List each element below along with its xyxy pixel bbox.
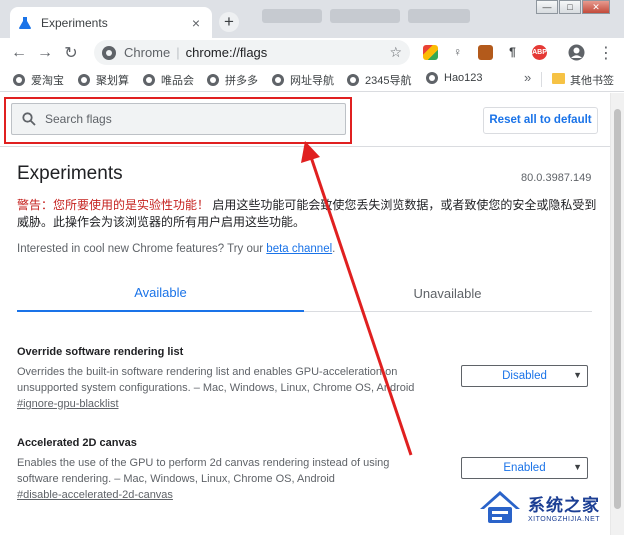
maximize-button[interactable]: □ (559, 0, 581, 14)
bookmark-item[interactable]: 聚划算 (78, 72, 129, 88)
globe-icon (426, 72, 438, 84)
flag-description: Overrides the built-in software renderin… (17, 366, 415, 394)
select-value: Enabled (503, 462, 546, 474)
flag-name: Accelerated 2D canvas (17, 437, 137, 449)
intro-suffix: . (332, 243, 336, 255)
reset-all-button[interactable]: Reset all to default (483, 107, 598, 134)
bookmark-item[interactable]: Hao123 (426, 72, 483, 84)
globe-icon (13, 74, 25, 86)
version-label: 80.0.3987.149 (521, 172, 592, 184)
watermark-logo-icon (480, 490, 520, 523)
bookmark-label: 唯品会 (161, 75, 194, 87)
extension-color-icon[interactable] (423, 45, 438, 60)
omnibox-origin: Chrome (124, 45, 171, 60)
address-bar[interactable]: Chrome | chrome://flags ☆ (94, 40, 410, 65)
chevron-down-icon: ▼ (573, 462, 582, 472)
chrome-site-icon (102, 45, 116, 60)
scrollbar-thumb[interactable] (614, 109, 621, 509)
bookmark-star-icon[interactable]: ☆ (389, 44, 402, 61)
warning-red-text: 警告：您所要使用的是实验性功能！ (17, 198, 210, 212)
menu-icon[interactable]: ⋮ (593, 40, 619, 66)
blurred-tab[interactable] (262, 9, 322, 23)
warning-message: 警告：您所要使用的是实验性功能！ 启用这些功能可能会致使您丢失浏览数据，或者致使… (17, 197, 597, 231)
annotation-highlight-box (4, 97, 352, 144)
bookmarks-bar: 爱淘宝 聚划算 唯品会 拼多多 网址导航 2345导航 Hao123 » 其他书… (0, 67, 624, 92)
chevron-down-icon: ▼ (573, 370, 582, 380)
flag-anchor-link[interactable]: #ignore-gpu-blacklist (17, 396, 607, 412)
beta-channel-link[interactable]: beta channel (266, 243, 332, 255)
new-tab-button[interactable]: + (219, 12, 239, 32)
reload-button[interactable]: ↻ (58, 40, 84, 66)
watermark-name: 系统之家 (528, 495, 600, 515)
back-button[interactable]: ← (6, 40, 32, 66)
vertical-scrollbar[interactable] (610, 93, 624, 535)
bookmark-label: 2345导航 (365, 75, 412, 87)
omnibox-url[interactable]: chrome://flags (186, 45, 390, 60)
bookmark-label: 网址导航 (290, 75, 334, 87)
flag-state-select[interactable]: Enabled ▼ (461, 457, 588, 479)
close-window-button[interactable]: ✕ (582, 0, 610, 14)
page-title: Experiments (17, 163, 123, 184)
profile-avatar-icon[interactable] (568, 44, 585, 61)
extension-paragraph-icon[interactable]: ¶ (505, 45, 520, 60)
site-watermark: 系统之家 XITONGZHIJIA.NET (476, 478, 624, 535)
extension-puzzle-icon[interactable] (478, 45, 493, 60)
other-bookmarks[interactable]: 其他书签 (570, 72, 614, 88)
flag-item: Override software rendering list Overrid… (17, 346, 607, 412)
flag-state-select[interactable]: Disabled ▼ (461, 365, 588, 387)
bookmark-item[interactable]: 爱淘宝 (13, 72, 64, 88)
bookmarks-overflow-icon[interactable]: » (524, 70, 531, 85)
tab-active-indicator (17, 310, 304, 312)
tab-unavailable[interactable]: Unavailable (304, 286, 591, 301)
bookmark-label: Hao123 (444, 72, 483, 84)
bookmark-label: 爱淘宝 (31, 75, 64, 87)
tab-experiments[interactable]: Experiments × (10, 7, 212, 38)
flask-icon (19, 16, 31, 29)
extension-bulb-icon[interactable]: ♀ (450, 45, 465, 60)
omnibox-separator: | (176, 45, 180, 60)
tab-available[interactable]: Available (17, 285, 304, 300)
flags-content: Experiments 80.0.3987.149 警告：您所要使用的是实验性功… (0, 147, 610, 535)
flag-name: Override software rendering list (17, 346, 184, 358)
bookmark-item[interactable]: 网址导航 (272, 72, 334, 88)
folder-icon (552, 73, 565, 84)
bookmarks-divider (541, 72, 542, 87)
toolbar: ← → ↻ Chrome | chrome://flags ☆ ♀ ¶ ABP … (0, 38, 624, 67)
globe-icon (347, 74, 359, 86)
tab-close-icon[interactable]: × (188, 15, 204, 31)
blurred-tab[interactable] (330, 9, 400, 23)
intro-prefix: Interested in cool new Chrome features? … (17, 243, 267, 255)
blurred-tab[interactable] (408, 9, 470, 23)
adblock-plus-icon[interactable]: ABP (532, 45, 547, 60)
forward-button[interactable]: → (32, 40, 58, 66)
bookmark-label: 聚划算 (96, 75, 129, 87)
bookmark-item[interactable]: 唯品会 (143, 72, 194, 88)
minimize-button[interactable]: — (536, 0, 558, 14)
globe-icon (78, 74, 90, 86)
watermark-url: XITONGZHIJIA.NET (528, 515, 601, 523)
select-value: Disabled (502, 370, 547, 382)
flag-description: Enables the use of the GPU to perform 2d… (17, 457, 390, 485)
tab-strip: Experiments × + — □ ✕ (0, 0, 624, 38)
bookmark-label: 拼多多 (225, 75, 258, 87)
globe-icon (207, 74, 219, 86)
bookmark-item[interactable]: 拼多多 (207, 72, 258, 88)
globe-icon (272, 74, 284, 86)
intro-text: Interested in cool new Chrome features? … (17, 243, 335, 255)
tab-title: Experiments (41, 15, 108, 30)
bookmark-item[interactable]: 2345导航 (347, 72, 411, 88)
globe-icon (143, 74, 155, 86)
